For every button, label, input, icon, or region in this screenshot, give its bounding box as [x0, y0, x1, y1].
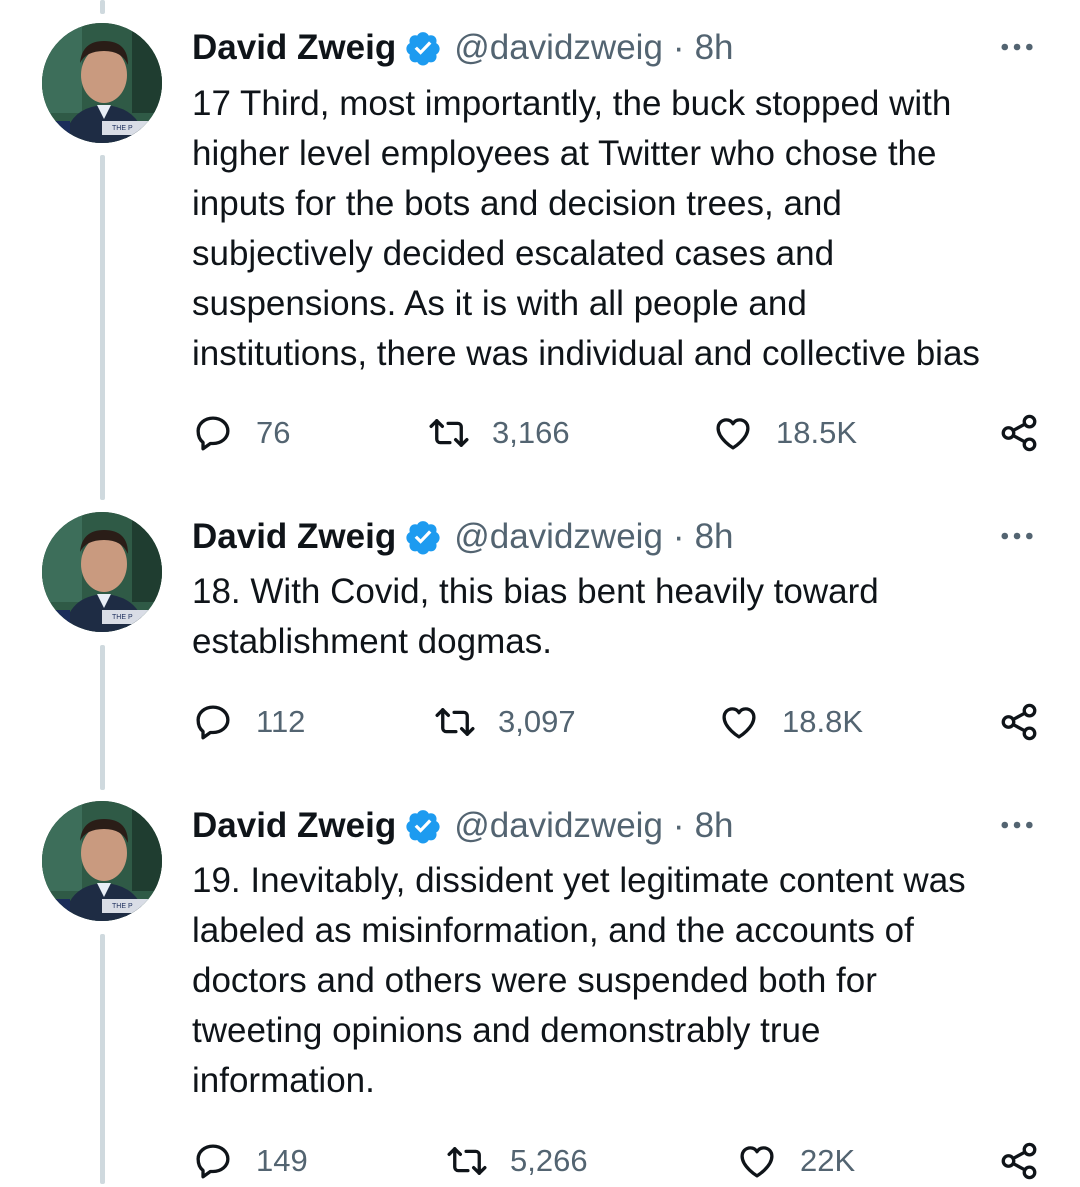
tweet-text-line: labeled as misinformation, and the accou… [192, 911, 914, 950]
tweet-text-line: tweeting opinions and demonstrably true [192, 1011, 821, 1050]
share-icon[interactable] [998, 701, 1040, 743]
tweet-text-line: 17 Third, most importantly, the buck sto… [192, 84, 952, 123]
avatar[interactable]: HE THE P [42, 23, 162, 143]
retweet-button[interactable]: 3,097 [434, 697, 576, 747]
tweet[interactable]: HE THE P David Zweig @davidzweig · 8h 17… [0, 0, 1080, 490]
tweet-text: 18. With Covid, this bias bent heavily t… [192, 567, 1042, 667]
retweet-count: 3,166 [492, 415, 570, 450]
reply-count: 149 [256, 1143, 308, 1178]
like-count: 18.8K [782, 704, 864, 739]
avatar-caption: THE P [112, 903, 133, 910]
tweet-text: 19. Inevitably, dissident yet legitimate… [192, 856, 1042, 1106]
like-button[interactable]: 22K [736, 1136, 855, 1186]
tweet-text-line: doctors and others were suspended both f… [192, 961, 877, 1000]
retweet-button[interactable]: 5,266 [446, 1136, 588, 1186]
author-name[interactable]: David Zweig [192, 806, 396, 846]
tweet-header: David Zweig @davidzweig · 8h [192, 802, 734, 850]
tweet-text: 17 Third, most importantly, the buck sto… [192, 79, 1042, 379]
like-button[interactable]: 18.5K [712, 408, 857, 458]
avatar-caption: THE P [112, 614, 133, 621]
heart-icon [722, 707, 756, 739]
timestamp[interactable]: 8h [695, 28, 734, 68]
author-name[interactable]: David Zweig [192, 517, 396, 557]
retweet-count: 5,266 [510, 1143, 588, 1178]
tweet-header: David Zweig @davidzweig · 8h [192, 513, 734, 561]
verified-badge-icon [404, 29, 442, 67]
timestamp[interactable]: 8h [695, 517, 734, 557]
retweet-icon [429, 419, 469, 447]
tweet-header: David Zweig @davidzweig · 8h [192, 24, 734, 72]
tweet-text-line: 19. Inevitably, dissident yet legitimate… [192, 861, 966, 900]
author-handle[interactable]: @davidzweig [454, 806, 663, 846]
tweet-text-line: institutions, there was individual and c… [192, 334, 980, 373]
reply-button[interactable]: 149 [192, 1136, 308, 1186]
tweet-actions: 149 5,266 22K [192, 1136, 1040, 1186]
tweet-text-line: information. [192, 1061, 375, 1100]
avatar-caption: HE [45, 613, 56, 622]
tweet-text-line: 18. With Covid, this bias bent heavily t… [192, 572, 879, 611]
more-options-icon[interactable] [1000, 518, 1036, 554]
like-count: 18.5K [776, 415, 858, 450]
more-options-icon[interactable] [1000, 29, 1036, 65]
tweet-text-line: inputs for the bots and decision trees, … [192, 184, 842, 223]
tweet-actions: 76 3,166 18.5K [192, 408, 1040, 458]
heart-icon [716, 418, 750, 450]
retweet-button[interactable]: 3,166 [428, 408, 570, 458]
reply-count: 112 [256, 704, 306, 739]
author-handle[interactable]: @davidzweig [454, 517, 663, 557]
separator: · [672, 806, 685, 845]
reply-icon [196, 1144, 230, 1179]
verified-badge-icon [404, 518, 442, 556]
separator: · [672, 517, 685, 556]
avatar-caption: THE P [112, 125, 133, 132]
tweet[interactable]: HE THE P David Zweig @davidzweig · 8h 19… [0, 780, 1080, 1184]
author-name[interactable]: David Zweig [192, 28, 396, 68]
like-count: 22K [800, 1143, 856, 1178]
more-options-icon[interactable] [1000, 807, 1036, 843]
reply-icon [196, 416, 230, 451]
reply-count: 76 [256, 415, 291, 450]
retweet-count: 3,097 [498, 704, 576, 739]
verified-badge-icon [404, 807, 442, 845]
reply-icon [196, 705, 230, 740]
separator: · [672, 28, 685, 67]
retweet-icon [447, 1147, 487, 1175]
share-icon[interactable] [998, 1140, 1040, 1182]
tweet-text-line: suspensions. As it is with all people an… [192, 284, 807, 323]
tweet-text-line: establishment dogmas. [192, 622, 552, 661]
avatar[interactable]: HE THE P [42, 512, 162, 632]
tweet-text-line: subjectively decided escalated cases and [192, 234, 835, 273]
avatar[interactable]: HE THE P [42, 801, 162, 921]
avatar-caption: HE [45, 124, 56, 133]
reply-button[interactable]: 76 [192, 408, 290, 458]
timestamp[interactable]: 8h [695, 806, 734, 846]
heart-icon [740, 1146, 774, 1178]
tweet[interactable]: HE THE P David Zweig @davidzweig · 8h 18… [0, 490, 1080, 780]
author-handle[interactable]: @davidzweig [454, 28, 663, 68]
retweet-icon [435, 708, 475, 736]
share-icon[interactable] [998, 412, 1040, 454]
like-button[interactable]: 18.8K [718, 697, 863, 747]
avatar-caption: HE [45, 902, 56, 911]
tweet-actions: 112 3,097 18.8K [192, 697, 1040, 747]
reply-button[interactable]: 112 [192, 697, 305, 747]
tweet-text-line: higher level employees at Twitter who ch… [192, 134, 937, 173]
